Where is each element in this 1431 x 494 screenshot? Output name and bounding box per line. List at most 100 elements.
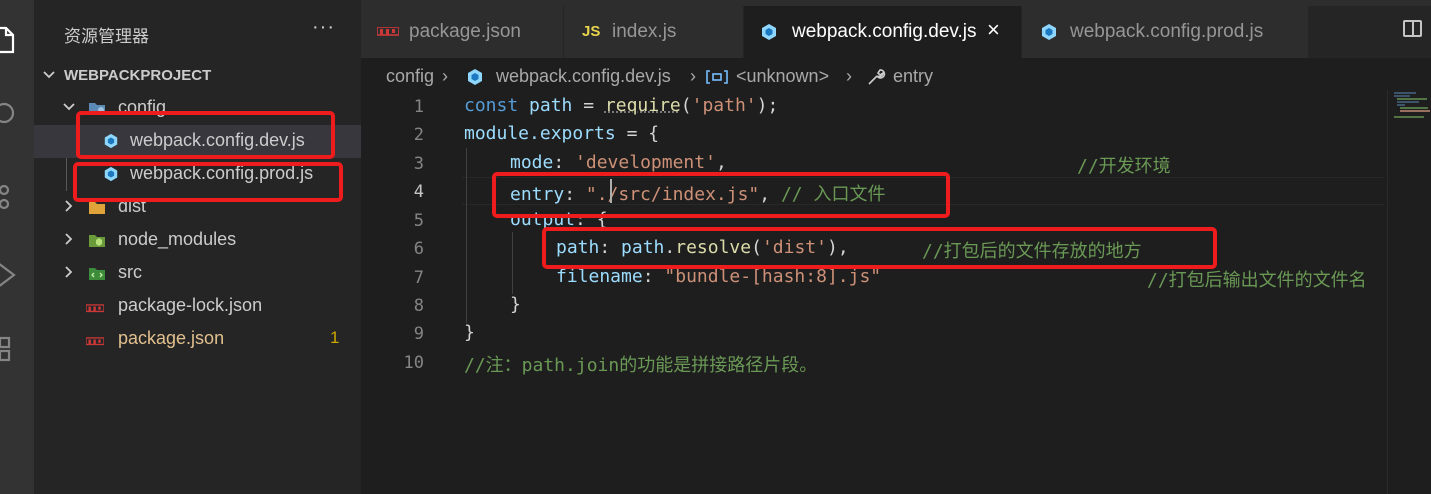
code-line-7[interactable]: filename: "bundle-[hash:8].js"	[556, 266, 881, 294]
tree-item-label: webpack.config.prod.js	[130, 163, 314, 183]
comment-token: //开发环境	[1077, 156, 1171, 177]
breadcrumb-separator: ›	[442, 66, 448, 86]
tree-item-package-lock[interactable]: package-lock.json	[34, 290, 361, 323]
string-token: "bundle-[hash:8].js"	[664, 266, 882, 287]
comment-token: //打包后输出文件的文件名	[1147, 270, 1367, 291]
identifier-token: path	[621, 237, 665, 258]
line-number: 8	[413, 296, 424, 316]
tab-label: index.js	[612, 21, 677, 42]
project-header[interactable]: WEBPACKPROJECT	[34, 60, 361, 92]
tree-item-label: config	[118, 97, 167, 117]
tree-item-dist[interactable]: dist	[34, 191, 361, 224]
tab-index-js[interactable]: JS index.js	[564, 6, 744, 58]
tree-item-webpack-prod[interactable]: webpack.config.prod.js	[34, 158, 361, 191]
code-line-4[interactable]: entry: "./src/index.js", // 入口文件	[510, 180, 885, 208]
more-actions-icon[interactable]: ···	[312, 16, 335, 39]
code-line-2[interactable]: module.exports = {	[464, 123, 659, 151]
comment-token: // 入口文件	[780, 184, 886, 205]
line-number: 3	[413, 154, 424, 174]
code-line-6[interactable]: path: path.resolve('dist'),	[556, 237, 849, 265]
function-token: resolve	[675, 237, 752, 258]
chevron-right-icon	[65, 233, 73, 245]
tab-webpack-dev[interactable]: webpack.config.dev.js ×	[744, 6, 1022, 58]
src-folder-icon	[89, 268, 105, 280]
identifier-token: path	[529, 95, 573, 116]
property-token: entry	[510, 184, 565, 205]
tree-item-src[interactable]: src	[34, 257, 361, 290]
source-control-icon[interactable]	[0, 178, 34, 212]
punctuation-token: }	[464, 322, 475, 343]
js-icon: JS	[582, 23, 601, 40]
property-token: path	[556, 237, 600, 258]
tree-item-label: package.json	[118, 328, 225, 348]
dist-folder-icon	[89, 202, 105, 214]
split-editor-icon[interactable]	[1403, 20, 1422, 37]
chevron-down-icon	[43, 71, 55, 79]
chevron-right-icon	[65, 266, 73, 278]
comment-token: //注：path.join的功能是拼接路径片段。	[464, 355, 818, 376]
tab-label: webpack.config.prod.js	[1070, 21, 1264, 42]
symbol-variable-icon	[706, 70, 728, 84]
chevron-right-icon	[65, 200, 73, 212]
breadcrumb-file[interactable]: webpack.config.dev.js	[496, 66, 671, 87]
line-number: 6	[413, 239, 424, 259]
run-debug-icon[interactable]	[0, 256, 34, 290]
property-token: filename	[556, 266, 643, 287]
webpack-icon	[762, 24, 776, 40]
line-number: 9	[413, 324, 424, 344]
tree-item-package-json[interactable]: package.json 1	[34, 323, 361, 356]
tab-webpack-prod[interactable]: webpack.config.prod.js	[1022, 6, 1309, 58]
tab-label: webpack.config.dev.js	[792, 21, 977, 42]
config-folder-icon	[89, 103, 105, 115]
tree-item-webpack-dev[interactable]: webpack.config.dev.js	[34, 125, 361, 158]
code-line-10[interactable]: //注：path.join的功能是拼接路径片段。	[464, 351, 817, 379]
tree-item-label: dist	[118, 196, 147, 216]
property-token: mode	[510, 152, 554, 173]
line-number: 4	[413, 182, 424, 202]
tree-item-label: webpack.config.dev.js	[130, 130, 305, 150]
tab-package-json[interactable]: package.json	[361, 6, 564, 58]
code-line-1[interactable]: const path = require('path');	[464, 95, 778, 123]
indent-guide	[466, 148, 467, 323]
operator-token: =	[572, 95, 605, 116]
npm-icon	[377, 27, 399, 36]
webpack-icon	[468, 69, 482, 85]
node-folder-icon	[89, 235, 105, 247]
code-line-5[interactable]: output: {	[510, 209, 608, 237]
text-cursor	[610, 179, 612, 203]
tree-item-node-modules[interactable]: node_modules	[34, 224, 361, 257]
tree-item-config[interactable]: config	[34, 92, 361, 125]
punctuation-token: : {	[575, 209, 608, 230]
identifier-token: module	[464, 123, 530, 144]
code-line-9[interactable]: }	[464, 322, 475, 350]
webpack-icon	[1042, 24, 1056, 40]
close-icon[interactable]: ×	[987, 17, 1000, 43]
explorer-icon[interactable]	[0, 22, 34, 56]
chevron-down-icon	[63, 103, 75, 111]
minimap[interactable]	[1387, 90, 1431, 494]
extensions-icon[interactable]	[0, 330, 34, 364]
string-token: 'development'	[575, 152, 716, 173]
search-icon[interactable]	[0, 96, 34, 130]
line-number: 1	[413, 97, 424, 117]
line-number: 7	[413, 268, 424, 288]
punctuation-token: = {	[615, 123, 660, 144]
explorer-title: 资源管理器	[64, 27, 149, 46]
line-number: 2	[413, 125, 424, 145]
breadcrumb-symbol[interactable]: <unknown>	[736, 66, 829, 87]
string-token: 'dist'	[761, 237, 827, 258]
property-token: output	[510, 209, 576, 230]
line-number: 10	[403, 353, 424, 373]
breadcrumb-folder[interactable]: config	[386, 66, 434, 87]
function-token: require	[604, 95, 681, 116]
problem-count-badge: 1	[330, 328, 340, 347]
comment-token: //打包后的文件存放的地方	[922, 241, 1142, 262]
line-number: 5	[413, 211, 424, 231]
string-token: 'path'	[691, 95, 757, 116]
tree-item-label: node_modules	[118, 229, 237, 249]
tree-item-label: package-lock.json	[118, 295, 263, 315]
code-line-8[interactable]: }	[510, 294, 521, 322]
wrench-icon	[868, 69, 886, 85]
breadcrumb-property[interactable]: entry	[893, 66, 933, 87]
code-line-3[interactable]: mode: 'development',	[510, 152, 727, 180]
